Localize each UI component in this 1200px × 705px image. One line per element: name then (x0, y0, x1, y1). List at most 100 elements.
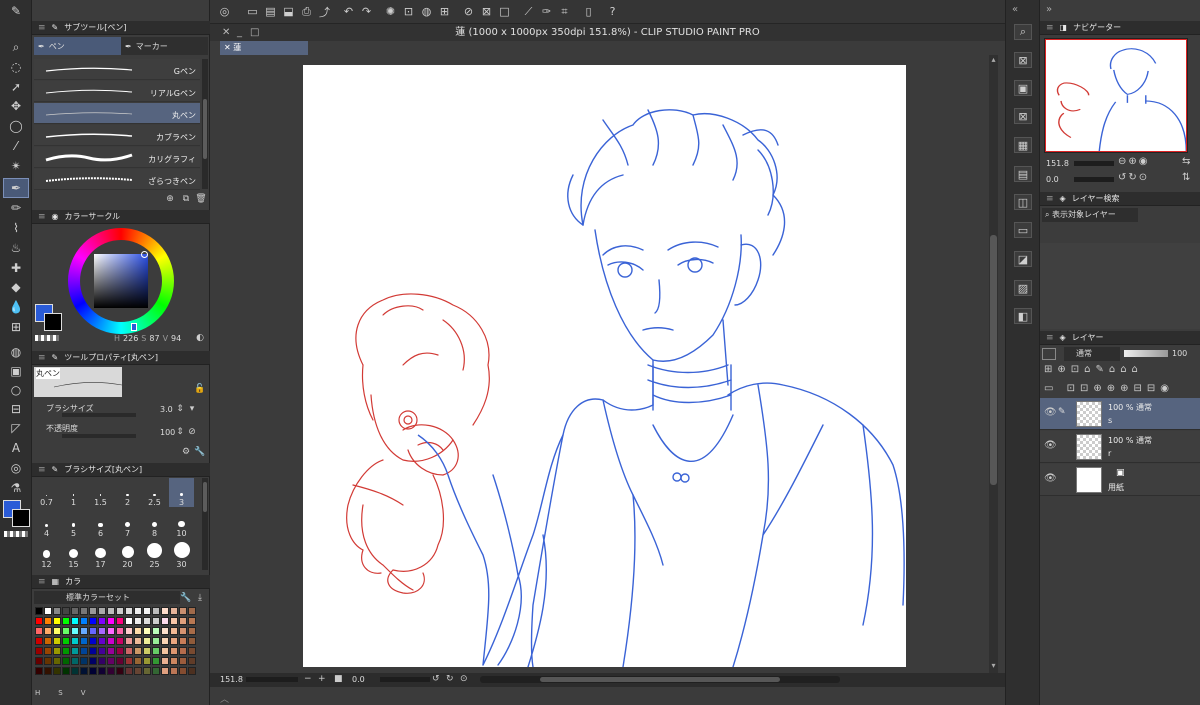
correct-line-icon[interactable]: ⚗ (4, 479, 28, 497)
color-swatch[interactable] (35, 657, 43, 665)
sv-cursor[interactable] (141, 251, 148, 258)
color-swatch[interactable] (179, 617, 187, 625)
scroll-down-icon[interactable]: ▾ (989, 661, 998, 671)
snap-ruler-icon[interactable]: ⟋ (520, 3, 537, 20)
brush-size-option[interactable]: 2 (115, 478, 140, 507)
stepper-icon[interactable]: ⇕ (176, 426, 184, 438)
color-swatch[interactable] (98, 637, 106, 645)
color-swatch[interactable] (107, 667, 115, 675)
color-swatch[interactable] (35, 637, 43, 645)
color-swatch[interactable] (89, 627, 97, 635)
brush-item[interactable]: リアルGペン (34, 81, 200, 102)
color-swatch[interactable] (80, 657, 88, 665)
share-icon[interactable]: ⤴ (316, 3, 333, 20)
move-tool-icon[interactable]: ◌ (4, 58, 28, 76)
color-swatch[interactable] (179, 647, 187, 655)
flip-horizontal-icon[interactable]: ⇆ (1182, 156, 1190, 167)
close-tab-icon[interactable]: ✕ (224, 43, 233, 52)
color-swatch[interactable] (152, 647, 160, 655)
nav-zoom-buttons[interactable]: ⊖⊕◉ (1118, 156, 1149, 167)
scroll-thumb[interactable] (203, 482, 207, 512)
layer-opacity-slider[interactable] (1124, 350, 1168, 357)
color-swatch[interactable] (98, 657, 106, 665)
brush-size-option[interactable]: 17 (88, 540, 113, 569)
collapse-icon[interactable]: « (1012, 4, 1018, 15)
color-swatch[interactable] (143, 627, 151, 635)
color-swatch[interactable] (179, 657, 187, 665)
color-swatch[interactable] (170, 617, 178, 625)
color-swatch[interactable] (116, 617, 124, 625)
color-swatch[interactable] (44, 667, 52, 675)
photo-icon[interactable]: ▨ (1014, 280, 1032, 296)
color-swatch[interactable] (107, 647, 115, 655)
minimize-window-icon[interactable]: _ (237, 27, 242, 38)
layer-color-icon[interactable] (1042, 348, 1056, 360)
lock-icon[interactable]: 🔓 (194, 383, 206, 395)
color-swatch[interactable] (179, 627, 187, 635)
brush-item[interactable]: カブラペン (34, 125, 200, 146)
color-swatch[interactable] (98, 667, 106, 675)
grid-icon[interactable]: ⊞ (4, 318, 28, 336)
color-swatch[interactable] (44, 617, 52, 625)
blend-mode-dropdown[interactable]: 通常 (1064, 347, 1120, 361)
snap-special-ruler-icon[interactable]: ✑ (538, 3, 555, 20)
color-swatch[interactable] (188, 617, 196, 625)
color-swatch[interactable] (143, 617, 151, 625)
color-swatch[interactable] (170, 627, 178, 635)
frame-material-icon[interactable]: ◪ (1014, 251, 1032, 267)
color-swatch[interactable] (134, 607, 142, 615)
saturation-value-square[interactable] (94, 254, 148, 308)
menu-icon[interactable]: ≡ (38, 465, 46, 475)
nav-rotate-buttons[interactable]: ↺↻⊙ (1118, 172, 1149, 183)
ruler-icon[interactable]: ◸ (4, 419, 28, 437)
color-swatch[interactable] (35, 667, 43, 675)
color-swatch[interactable] (53, 607, 61, 615)
fill-icon[interactable]: ◍ (418, 3, 435, 20)
redo-icon[interactable]: ↷ (358, 3, 375, 20)
scroll-up-icon[interactable]: ▴ (989, 55, 998, 65)
color-swatch[interactable] (80, 627, 88, 635)
rotation-slider[interactable] (380, 677, 430, 682)
brush-item[interactable]: カリグラフィ (34, 147, 200, 168)
color-swatch[interactable] (35, 607, 43, 615)
image-material-icon[interactable]: ▣ (1014, 80, 1032, 96)
color-swatch[interactable] (161, 667, 169, 675)
color-swatch[interactable] (44, 607, 52, 615)
flip-vertical-icon[interactable]: ⇅ (1182, 172, 1190, 183)
color-swatch[interactable] (152, 637, 160, 645)
color-swatch[interactable] (44, 627, 52, 635)
brush-size-option[interactable]: 2.5 (142, 478, 167, 507)
color-swatch[interactable] (53, 627, 61, 635)
material-icon[interactable]: ⊠ (1014, 52, 1032, 68)
navigator-preview[interactable] (1044, 38, 1188, 153)
tab-pen[interactable]: ✒ ペン (34, 37, 121, 55)
color-swatch[interactable] (179, 637, 187, 645)
color-swatch[interactable] (143, 647, 151, 655)
color-swatch[interactable] (53, 647, 61, 655)
loading-icon[interactable]: ✺ (382, 3, 399, 20)
invert-selection-icon[interactable]: ⊠ (478, 3, 495, 20)
export-icon[interactable]: ⎙ (298, 3, 315, 20)
brush-size-option[interactable]: 5 (61, 509, 86, 538)
color-swatch[interactable] (125, 667, 133, 675)
color-swatch[interactable] (98, 627, 106, 635)
brush-size-option[interactable]: 1.5 (88, 478, 113, 507)
tablet-icon[interactable]: ▯ (580, 3, 597, 20)
expand-icon[interactable]: ︿ (220, 692, 229, 705)
color-swatch[interactable] (89, 657, 97, 665)
color-swatch[interactable] (143, 607, 151, 615)
layer-row[interactable]: 👁 ▣ 用紙 (1040, 464, 1200, 496)
color-swatch[interactable] (161, 647, 169, 655)
zoom-in-icon[interactable]: + (318, 674, 326, 684)
color-swatch[interactable] (89, 637, 97, 645)
color-swatch[interactable] (134, 647, 142, 655)
zoom-out-icon[interactable]: − (304, 674, 312, 684)
color-swatch[interactable] (125, 617, 133, 625)
color-swatch[interactable] (161, 607, 169, 615)
search-icon[interactable]: ⌕ (1014, 24, 1032, 40)
color-swatch[interactable] (62, 607, 70, 615)
settings-icon[interactable]: ⚙ (180, 446, 192, 458)
color-swatch[interactable] (125, 607, 133, 615)
color-swatch[interactable] (80, 667, 88, 675)
color-swatch[interactable] (107, 627, 115, 635)
